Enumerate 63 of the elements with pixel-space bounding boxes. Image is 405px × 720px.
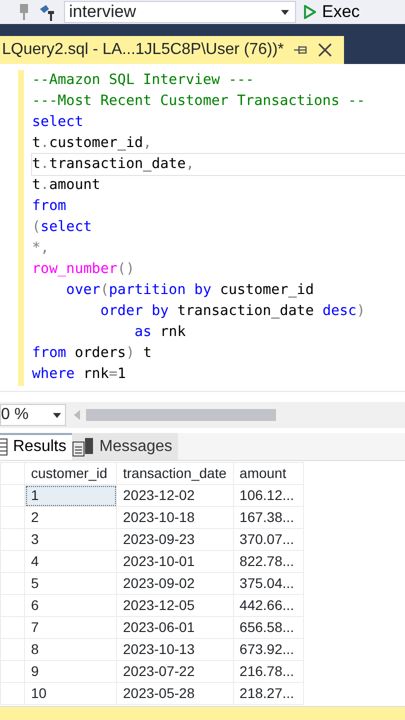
column-header[interactable]: transaction_date: [116, 462, 234, 484]
table-cell[interactable]: 9: [24, 660, 116, 682]
table-cell[interactable]: 216.78...: [233, 660, 304, 682]
message-icon: [72, 436, 94, 456]
table-cell[interactable]: 2023-06-01: [116, 616, 234, 638]
code-line: row_number(): [32, 260, 136, 279]
table-cell[interactable]: 2023-12-05: [116, 594, 234, 616]
table-cell[interactable]: 1: [24, 484, 116, 506]
table-cell[interactable]: 167.38...: [233, 506, 304, 528]
code-line: t.transaction_date,: [32, 154, 405, 175]
column-header[interactable]: customer_id: [24, 462, 116, 484]
connect-icon[interactable]: [38, 3, 56, 21]
code-line: order by transaction_date desc): [99, 302, 366, 321]
table-cell[interactable]: 656.58...: [233, 616, 304, 638]
play-icon: [304, 5, 316, 19]
table-cell[interactable]: 106.12...: [233, 484, 304, 506]
code-line: ---Most Recent Customer Transactions --: [32, 92, 366, 111]
caret-icon: [53, 412, 61, 418]
table-cell[interactable]: 4: [24, 550, 116, 572]
table-cell[interactable]: 2023-10-13: [116, 638, 234, 660]
code-line: as rnk: [133, 323, 187, 342]
database-dropdown[interactable]: interview: [64, 1, 296, 23]
code-line: t.amount: [32, 176, 102, 195]
table-cell[interactable]: 5: [24, 572, 116, 594]
code-line: over(partition by customer_id: [65, 281, 315, 300]
table-cell[interactable]: 2023-09-02: [116, 572, 234, 594]
code-line: from orders) t: [32, 344, 153, 363]
execute-button[interactable]: Exec: [304, 0, 360, 24]
table-cell[interactable]: 6: [24, 594, 116, 616]
table-cell[interactable]: 2023-05-28: [116, 682, 234, 704]
code-line: (select: [32, 218, 93, 237]
table-cell[interactable]: 673.92...: [233, 638, 304, 660]
results-tab[interactable]: Messages: [72, 433, 178, 460]
results-tab[interactable]: Results: [0, 433, 72, 460]
table-cell[interactable]: 2023-10-18: [116, 506, 234, 528]
table-cell[interactable]: 10: [24, 682, 116, 704]
scrollbar-thumb[interactable]: [86, 409, 276, 421]
table-cell[interactable]: 2023-09-23: [116, 528, 234, 550]
table-cell[interactable]: 822.78...: [233, 550, 304, 572]
table-cell[interactable]: 218.27...: [233, 682, 304, 704]
table-cell[interactable]: 2023-10-01: [116, 550, 234, 572]
code-line: *,: [32, 239, 50, 258]
code-line: t.customer_id,: [32, 134, 153, 153]
table-cell[interactable]: 442.66...: [233, 594, 304, 616]
table-cell[interactable]: 375.04...: [233, 572, 304, 594]
table-cell[interactable]: 3: [24, 528, 116, 550]
table-cell[interactable]: 2023-07-22: [116, 660, 234, 682]
table-cell[interactable]: 2023-12-02: [116, 484, 234, 506]
grid-icon: [0, 438, 8, 456]
caret-icon: [281, 10, 289, 14]
table-cell[interactable]: 2: [24, 506, 116, 528]
column-header[interactable]: amount: [233, 462, 304, 484]
table-cell[interactable]: 7: [24, 616, 116, 638]
pin-icon[interactable]: [294, 44, 308, 56]
zoom-dropdown[interactable]: 0 %: [0, 404, 66, 426]
document-tab[interactable]: LQuery2.sql - LA...1JL5C8P\User (76))*: [0, 36, 344, 64]
close-icon[interactable]: [318, 43, 332, 57]
code-line: --Amazon SQL Interview ---: [32, 71, 256, 90]
code-line: where rnk=1: [32, 365, 127, 384]
table-cell[interactable]: 8: [24, 638, 116, 660]
code-line: from: [32, 197, 68, 216]
table-cell[interactable]: 370.07...: [233, 528, 304, 550]
code-line: select: [32, 113, 84, 132]
